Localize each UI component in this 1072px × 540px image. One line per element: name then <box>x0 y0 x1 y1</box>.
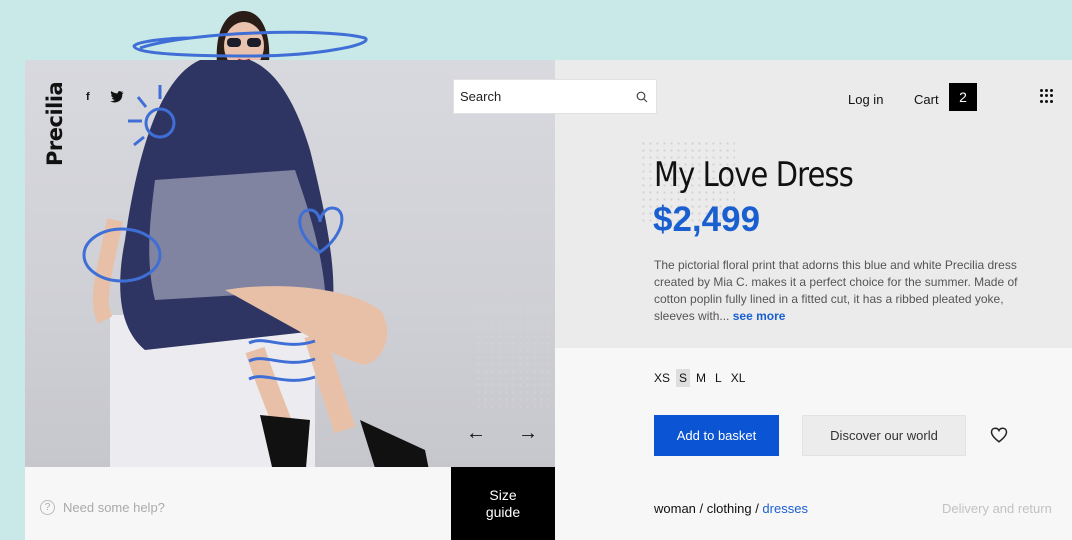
help-icon: ? <box>40 500 55 515</box>
brand-name: Precilia <box>43 81 67 166</box>
wishlist-heart-icon[interactable] <box>990 426 1008 444</box>
doodle-waves <box>248 339 316 382</box>
grid-menu-icon[interactable] <box>1040 89 1054 103</box>
search-bar[interactable] <box>453 79 657 114</box>
breadcrumb-clothing[interactable]: clothing <box>707 501 752 516</box>
product-title: My Love Dress <box>654 155 854 195</box>
see-more-link[interactable]: see more <box>733 309 786 323</box>
size-guide-line2: guide <box>485 503 521 520</box>
next-arrow-icon[interactable]: → <box>518 422 538 445</box>
login-link[interactable]: Log in <box>848 92 883 107</box>
product-price: $2,499 <box>653 200 761 239</box>
size-option-s[interactable]: S <box>676 369 691 387</box>
size-guide-line1: Size <box>489 486 517 503</box>
product-description: The pictorial floral print that adorns t… <box>654 257 1039 325</box>
size-option-xs[interactable]: XS <box>651 369 673 387</box>
discover-button[interactable]: Discover our world <box>802 415 966 456</box>
doodle-sun <box>128 85 176 147</box>
description-text: The pictorial floral print that adorns t… <box>654 258 1018 323</box>
brand-logo[interactable]: Precilia <box>43 82 69 168</box>
product-photo <box>25 60 590 467</box>
add-to-basket-button[interactable]: Add to basket <box>654 415 779 456</box>
twitter-icon[interactable] <box>110 91 124 103</box>
cart-link[interactable]: Cart <box>914 92 939 107</box>
search-input[interactable] <box>460 89 620 104</box>
doodle-heart <box>298 206 344 254</box>
delivery-return-link[interactable]: Delivery and return <box>942 501 1052 516</box>
size-selector: XS S M L XL <box>651 369 748 387</box>
need-help-link[interactable]: ? Need some help? <box>40 500 165 515</box>
breadcrumb-woman[interactable]: woman <box>654 501 696 516</box>
breadcrumb-sep: / <box>695 501 707 516</box>
halo-doodle <box>132 30 368 58</box>
size-option-xl[interactable]: XL <box>728 369 749 387</box>
cart-count-badge[interactable]: 2 <box>949 83 977 111</box>
breadcrumb-sep: / <box>751 501 763 516</box>
breadcrumb: woman / clothing / dresses <box>654 501 808 516</box>
facebook-icon[interactable]: f <box>86 91 90 103</box>
doodle-loop <box>82 227 162 283</box>
prev-arrow-icon[interactable]: ← <box>466 422 486 445</box>
size-option-m[interactable]: M <box>693 369 709 387</box>
breadcrumb-dresses[interactable]: dresses <box>762 501 808 516</box>
need-help-text: Need some help? <box>63 500 165 515</box>
search-icon[interactable] <box>636 91 648 103</box>
size-guide-button[interactable]: Size guide <box>451 467 555 540</box>
size-option-l[interactable]: L <box>712 369 725 387</box>
